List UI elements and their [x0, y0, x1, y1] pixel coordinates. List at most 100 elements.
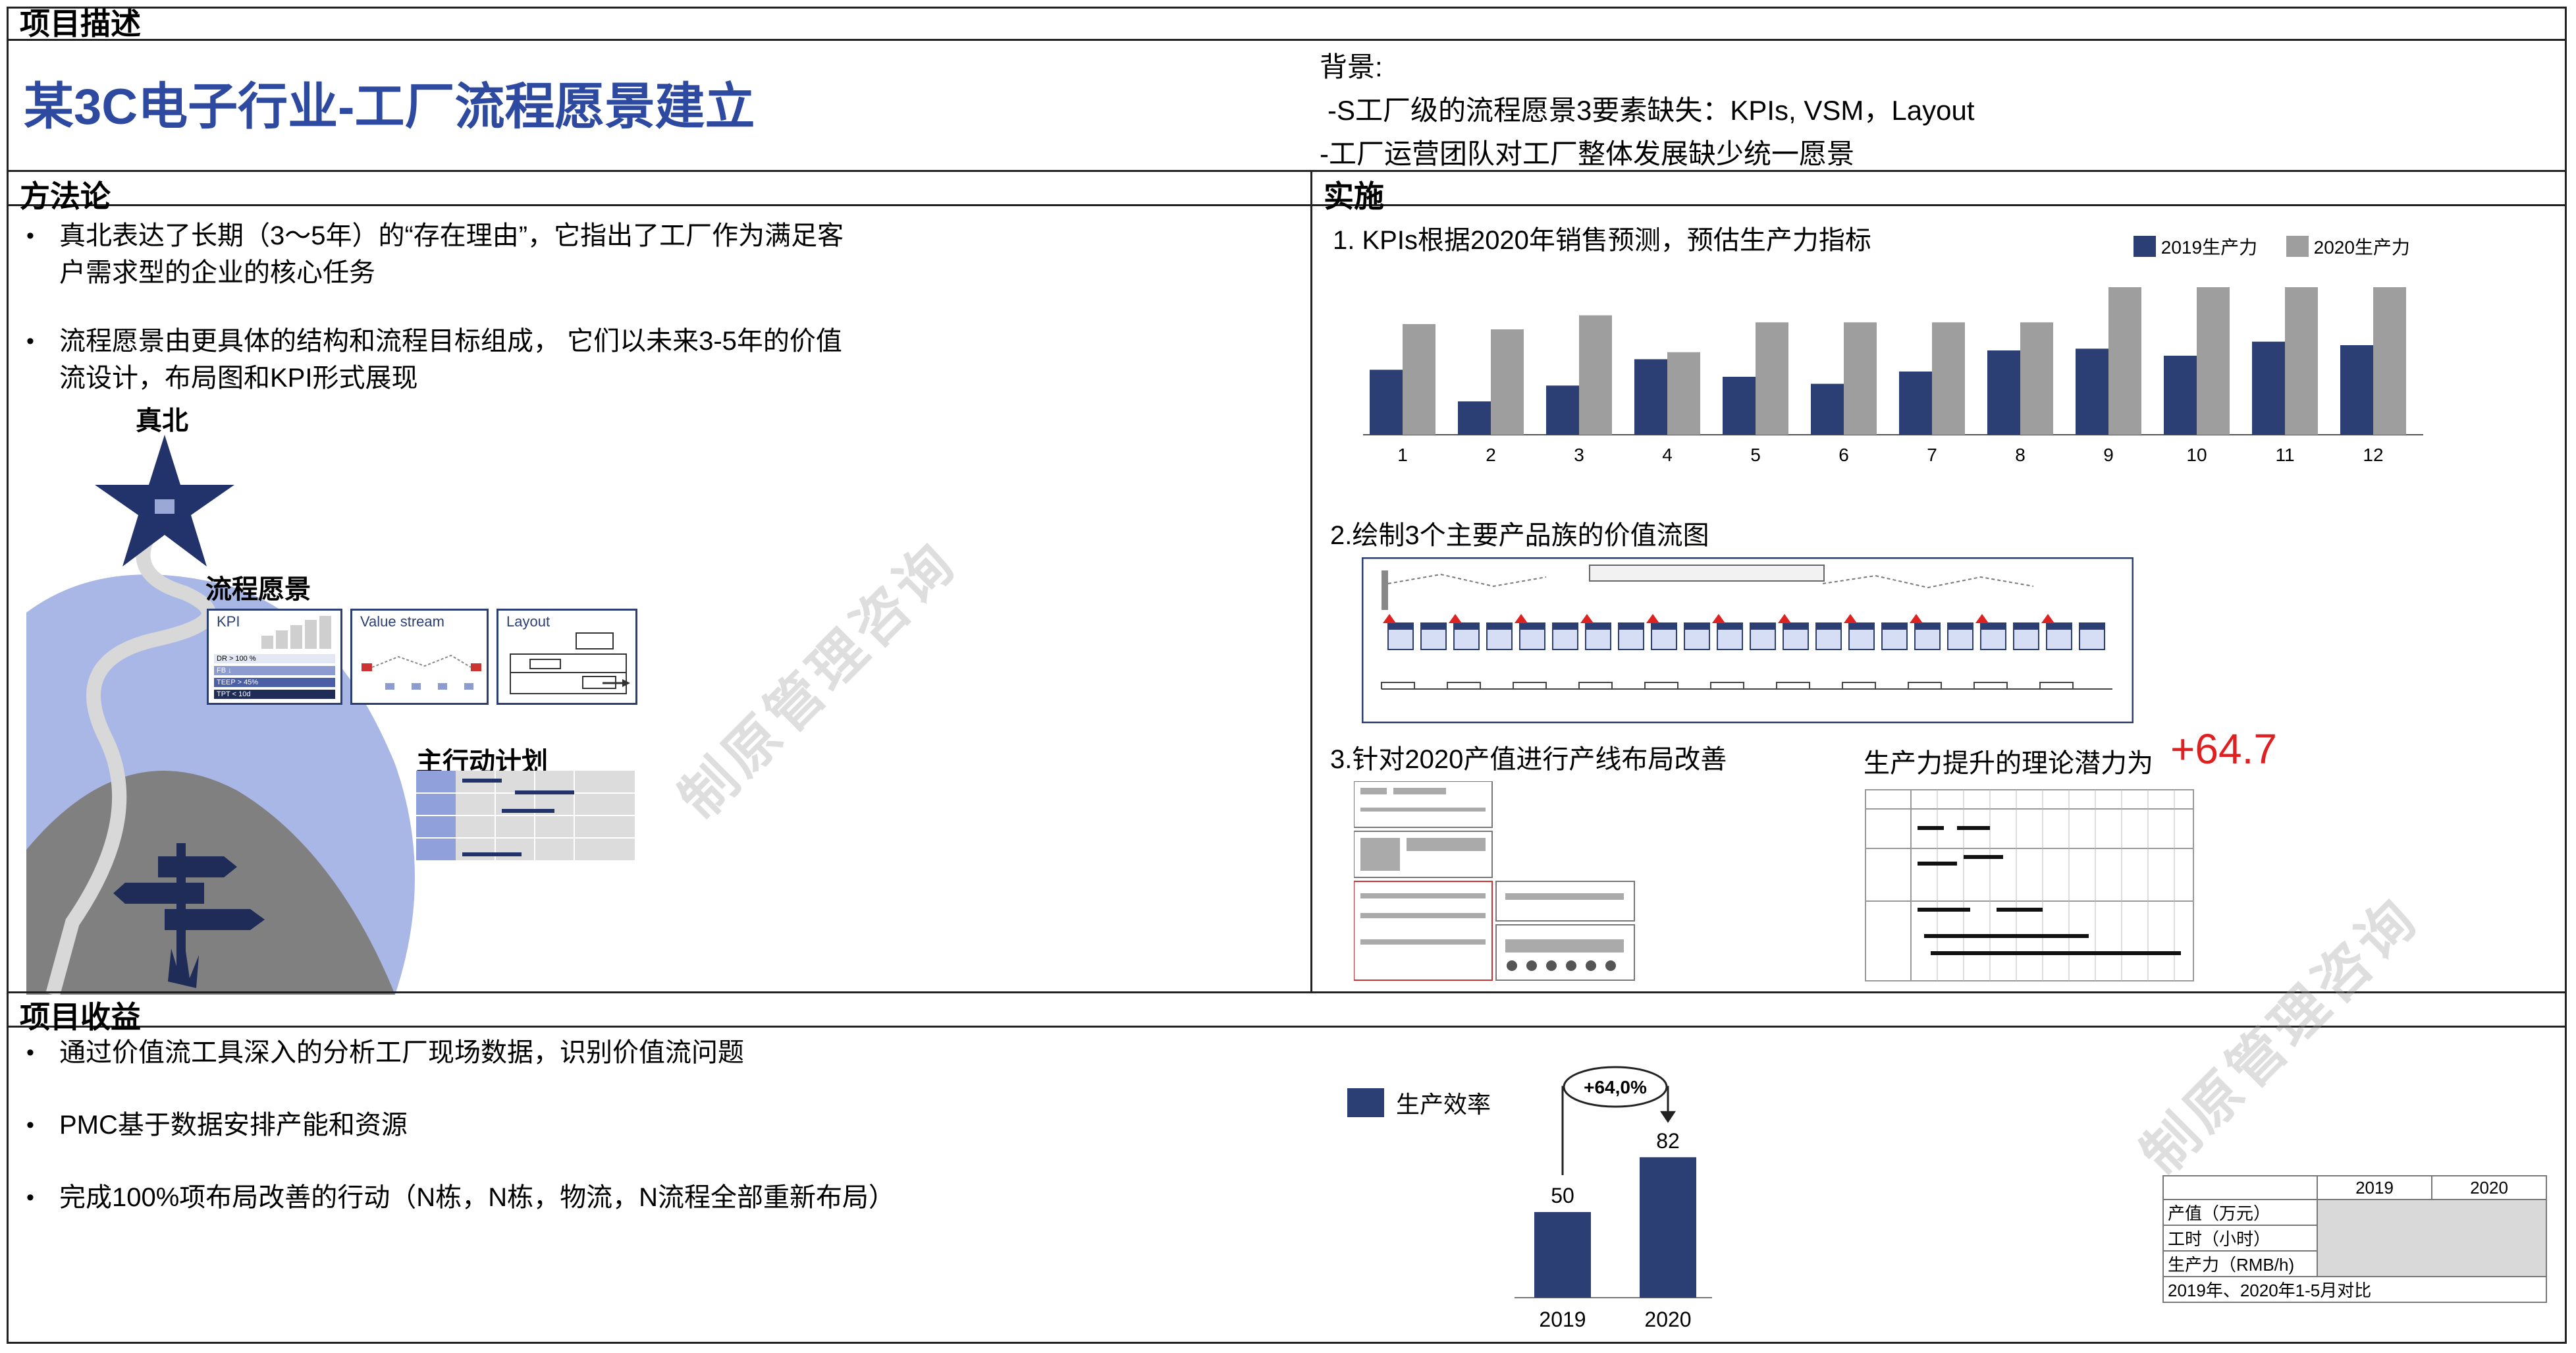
improvement-gantt-thumbnail: [1865, 789, 2194, 981]
vsm-process-box-header: [1454, 623, 1479, 630]
bar-2020生产力-11: [2285, 287, 2318, 435]
bar-2020生产力-5: [1756, 322, 1788, 435]
efficiency-chart: 50 2019 82 2020 +64,0%: [1515, 1066, 1712, 1331]
bar-2019生产力-5: [1723, 377, 1756, 435]
true-north-illustration: [26, 435, 415, 995]
benefit-bullet-2-text: PMC基于数据安排产能和资源: [59, 1111, 408, 1140]
vsm-process-box-header: [1783, 623, 1808, 630]
benefit-bullet-3: • 完成100%项布局改善的行动（N栋，N栋，物流，N流程全部重新布局）: [26, 1179, 895, 1216]
bar-2019生产力-10: [2164, 356, 2197, 435]
bar-2019生产力-8: [1987, 350, 2020, 435]
table-masked-values: [2317, 1199, 2547, 1277]
benefit-bullet-1: • 通过价值流工具深入的分析工厂现场数据，识别价值流问题: [26, 1034, 744, 1071]
bar-2020生产力-8: [2020, 322, 2053, 435]
bar-2020生产力-12: [2373, 287, 2406, 435]
bullet-dot: •: [26, 1113, 34, 1138]
kpi-row-1: DR > 100 %: [214, 654, 335, 663]
efficiency-legend-swatch: [1347, 1088, 1384, 1117]
vision-label: 流程愿景: [205, 575, 311, 604]
x-tick-label: 2020: [1644, 1308, 1691, 1331]
kpi-row-4: TPT < 10d: [214, 690, 335, 699]
vsm-process-box-header: [1816, 623, 1841, 630]
bar-efficiency-2020: [1640, 1157, 1696, 1298]
vsm-process-box-header: [2047, 623, 2072, 630]
vision-card-vs-title: Value stream: [360, 613, 444, 630]
vsm-process-box-header: [1553, 623, 1578, 630]
section-header-benefits-label: 项目收益: [20, 1000, 141, 1034]
vision-card-layout-title: Layout: [506, 613, 550, 630]
vsm-process-box-header: [1849, 623, 1874, 630]
impl-step-2: 2.绘制3个主要产品族的价值流图: [1330, 521, 1709, 550]
table-row-label: 产值（万元）: [2162, 1199, 2318, 1226]
bar-2019生产力-11: [2252, 341, 2285, 435]
section-header-description: 项目描述: [7, 7, 2567, 41]
x-tick-label: 12: [2363, 445, 2383, 465]
potential-value: +64.7: [2170, 725, 2277, 773]
bar-2020生产力-2: [1491, 329, 1524, 435]
monthly-productivity-chart: 1 2 3 4 5 6 7 8 9 10 11 12: [1363, 287, 2423, 465]
x-tick-label: 9: [2103, 445, 2114, 465]
section-header-methodology: [7, 172, 1310, 206]
x-tick-label: 10: [2186, 445, 2207, 465]
bullet-dot: •: [26, 329, 34, 354]
data-label: 82: [1656, 1129, 1680, 1153]
vsm-process-box-header: [1421, 623, 1446, 630]
action-plan-gantt: [416, 771, 635, 860]
true-north-label: 真北: [136, 406, 188, 435]
comparison-table: 2019 2020 产值（万元） 工时（小时） 生产力（RMB/h) 2019年…: [2162, 1175, 2547, 1303]
bar-2020生产力-4: [1667, 352, 1700, 435]
section-header-methodology-label: 方法论: [20, 179, 111, 213]
table-row-label: 工时（小时）: [2162, 1225, 2318, 1252]
vsm-process-box-header: [1750, 623, 1775, 630]
layout-mini-icon: [510, 632, 630, 694]
table-footer: 2019年、2020年1-5月对比: [2162, 1276, 2547, 1303]
vsm-process-box-header: [1915, 623, 1940, 630]
x-tick-label: 4: [1662, 445, 1673, 465]
kpi-steps-icon: [261, 616, 331, 649]
vsm-process-box-header: [1520, 623, 1545, 630]
vsm-process-box-header: [1651, 623, 1677, 630]
table-header-cell: 2019: [2317, 1175, 2432, 1200]
bar-2019生产力-7: [1899, 372, 1932, 435]
efficiency-legend: 生产效率: [1347, 1086, 1491, 1120]
bar-efficiency-2019: [1534, 1212, 1591, 1298]
table-header-cell: 2020: [2431, 1175, 2547, 1200]
layout-drawings-thumbnail: [1354, 781, 1635, 981]
method-bullet-1: • 真北表达了长期（3～5年）的“存在理由”，它指出了工厂作为满足客户需求型的企…: [26, 217, 863, 291]
bar-2020生产力-7: [1932, 322, 1965, 435]
x-tick-label: 5: [1750, 445, 1761, 465]
bullet-dot: •: [26, 223, 34, 248]
bullet-dot: •: [26, 1040, 34, 1065]
table-row: 产值（万元）: [2162, 1199, 2547, 1277]
kpi-row-2: FB ↓: [214, 666, 335, 675]
efficiency-legend-label: 生产效率: [1396, 1091, 1491, 1118]
section-header-implementation: [1310, 172, 2567, 206]
vsm-process-box-header: [2014, 623, 2039, 630]
x-tick-label: 2: [1486, 445, 1496, 465]
bar-2019生产力-12: [2340, 345, 2373, 435]
benefit-bullet-1-text: 通过价值流工具深入的分析工厂现场数据，识别价值流问题: [59, 1038, 744, 1067]
vsm-process-box-header: [1717, 623, 1742, 630]
background-item-2: -工厂运营团队对工厂整体发展缺少统一愿景: [1320, 138, 1854, 169]
vsm-process-box-header: [1487, 623, 1512, 630]
bar-2020生产力-3: [1579, 315, 1612, 435]
growth-annotation: +64,0%: [1584, 1077, 1647, 1097]
vision-card-layout: Layout: [496, 609, 637, 705]
vsm-process-box-header: [1619, 623, 1644, 630]
vsm-process-box-header: [2080, 623, 2105, 630]
table-footer-row: 2019年、2020年1-5月对比: [2162, 1276, 2547, 1303]
vsm-process-box-header: [1882, 623, 1907, 630]
project-title: 某3C电子行业-工厂流程愿景建立: [24, 79, 755, 135]
method-bullet-1-text: 真北表达了长期（3～5年）的“存在理由”，它指出了工厂作为满足客户需求型的企业的…: [59, 221, 844, 287]
x-tick-label: 7: [1927, 445, 1937, 465]
section-header-implementation-label: 实施: [1324, 179, 1384, 213]
vsm-process-box-header: [1981, 623, 2006, 630]
x-tick-label: 11: [2275, 445, 2294, 465]
data-label: 50: [1551, 1184, 1574, 1207]
vision-card-kpi-title: KPI: [217, 613, 240, 630]
bar-2020生产力-9: [2108, 287, 2141, 435]
kpi-row-3: TEEP > 45%: [214, 678, 335, 687]
vsm-process-box-header: [1684, 623, 1709, 630]
method-bullet-2-text: 流程愿景由更具体的结构和流程目标组成， 它们以未来3-5年的价值流设计，布局图和…: [59, 327, 842, 393]
impl-step-3: 3.针对2020产值进行产线布局改善: [1330, 745, 1727, 774]
